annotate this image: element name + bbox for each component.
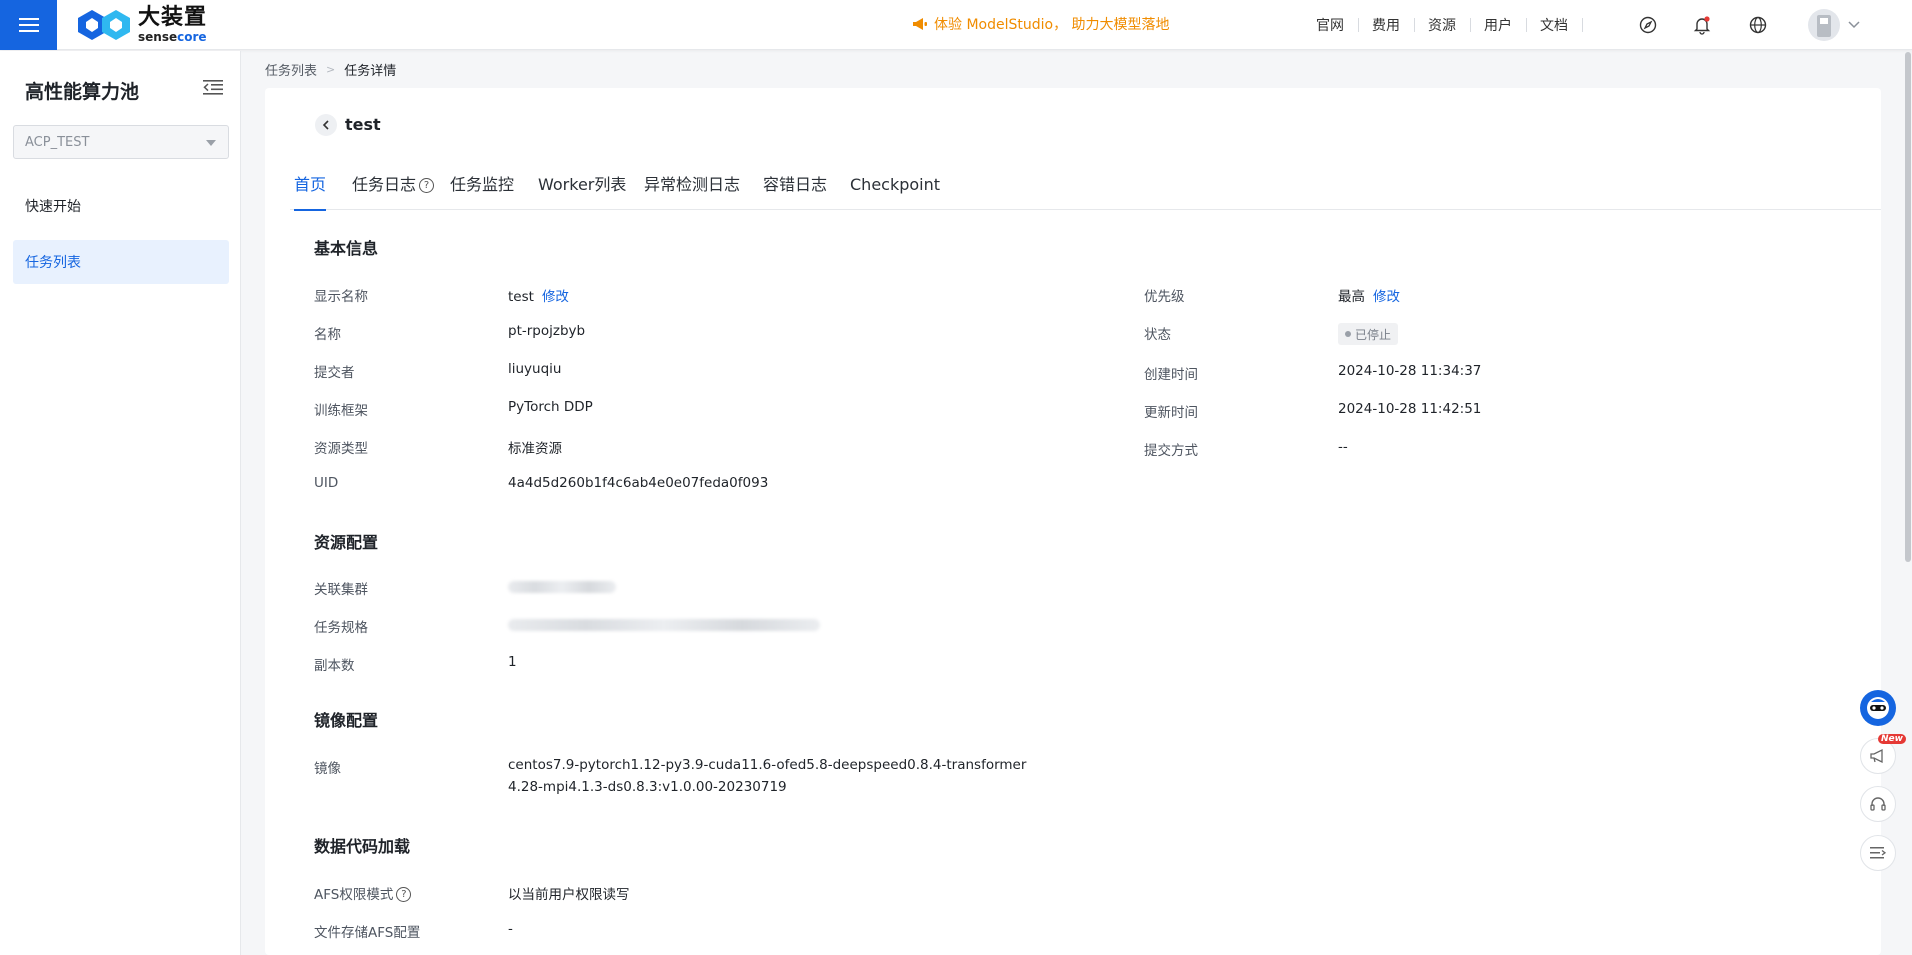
replicas-value: 1 [508, 654, 517, 670]
logo[interactable]: 大装置 sensecore [74, 6, 207, 44]
submit-mode-label: 提交方式 [1144, 443, 1198, 459]
submitter-label: 提交者 [314, 365, 355, 381]
tab-home[interactable]: 首页 [294, 170, 327, 211]
replicas-label: 副本数 [314, 658, 355, 674]
nav-billing[interactable]: 费用 [1358, 15, 1414, 35]
resource-type-label: 资源类型 [314, 441, 368, 457]
framework-value: PyTorch DDP [508, 399, 593, 415]
promo-banner[interactable]: 体验 ModelStudio， 助力大模型落地 [912, 14, 1170, 34]
logo-subtitle: sensecore [138, 30, 207, 44]
workspace-select-value: ACP_TEST [25, 135, 90, 150]
breadcrumb-job-detail: 任务详情 [344, 64, 397, 79]
chevron-right-icon: > [326, 63, 336, 76]
sidebar: 高性能算力池 ACP_TEST 快速开始 任务列表 [0, 51, 241, 955]
top-nav: 官网 费用 资源 用户 文档 [1302, 0, 1583, 50]
bell-icon[interactable] [1690, 13, 1714, 37]
tab-checkpoint[interactable]: Checkpoint [850, 170, 940, 210]
uid-value: 4a4d5d260b1f4c6ab4e0e07feda0f093 [508, 475, 769, 491]
cluster-label: 关联集群 [314, 582, 368, 598]
help-icon[interactable]: ? [396, 887, 412, 902]
nav-divider [1582, 18, 1583, 32]
updated-time-label: 更新时间 [1144, 405, 1198, 421]
status-label: 状态 [1144, 327, 1171, 343]
display-name-value: test 修改 [508, 289, 569, 305]
nav-official-site[interactable]: 官网 [1302, 15, 1358, 35]
list-menu-icon[interactable] [1860, 835, 1896, 871]
status-badge: 已停止 [1338, 323, 1399, 345]
headset-icon[interactable] [1860, 786, 1896, 822]
priority-value: 最高 修改 [1338, 289, 1400, 305]
nav-docs[interactable]: 文档 [1526, 15, 1582, 35]
afs-mode-value: 以当前用户权限读写 [508, 887, 630, 903]
promo-text: 体验 ModelStudio， 助力大模型落地 [934, 17, 1170, 33]
tab-anomaly-logs[interactable]: 异常检测日志 [644, 170, 740, 210]
help-icon[interactable]: ? [419, 178, 435, 193]
sidebar-item-quick-start[interactable]: 快速开始 [13, 184, 229, 228]
cluster-value-redacted [508, 581, 616, 593]
tab-fault-tolerance-logs[interactable]: 容错日志 [763, 170, 827, 210]
tab-worker-list[interactable]: Worker列表 [538, 170, 626, 210]
submit-mode-value: -- [1338, 439, 1348, 455]
created-time-label: 创建时间 [1144, 367, 1198, 383]
tab-job-logs[interactable]: 任务日志? [352, 170, 435, 210]
section-resource-config: 资源配置 [314, 533, 379, 552]
name-value: pt-rpojzbyb [508, 323, 586, 339]
breadcrumb: 任务列表 > 任务详情 [265, 60, 396, 79]
logo-title: 大装置 [138, 5, 208, 30]
name-label: 名称 [314, 327, 341, 343]
display-name-label: 显示名称 [314, 289, 368, 305]
submitter-value: liuyuqiu [508, 361, 562, 377]
image-label: 镜像 [314, 761, 341, 777]
framework-label: 训练框架 [314, 403, 368, 419]
page-scrollbar[interactable] [1905, 52, 1911, 562]
status-dot-icon [1345, 331, 1351, 337]
section-basic-info: 基本信息 [314, 239, 379, 258]
avatar[interactable] [1808, 9, 1840, 41]
afs-storage-value: - [508, 921, 513, 937]
spec-label: 任务规格 [314, 620, 368, 636]
top-bar: 大装置 sensecore 体验 ModelStudio， 助力大模型落地 官网… [0, 0, 1912, 50]
tab-job-monitor[interactable]: 任务监控 [450, 170, 514, 210]
globe-icon[interactable] [1746, 13, 1770, 37]
sidebar-item-job-list[interactable]: 任务列表 [13, 240, 229, 284]
nav-resources[interactable]: 资源 [1414, 15, 1470, 35]
edit-priority-link[interactable]: 修改 [1373, 289, 1400, 305]
menu-icon[interactable] [0, 0, 57, 50]
section-data-loading: 数据代码加载 [314, 837, 411, 856]
spec-value-redacted [508, 619, 820, 631]
compass-icon[interactable] [1636, 13, 1660, 37]
priority-label: 优先级 [1144, 289, 1185, 305]
new-badge: New [1878, 734, 1906, 744]
nav-users[interactable]: 用户 [1470, 15, 1526, 35]
sidebar-title: 高性能算力池 [25, 81, 140, 103]
section-image-config: 镜像配置 [314, 711, 379, 730]
megaphone-icon [913, 18, 927, 30]
workspace-select[interactable]: ACP_TEST [13, 125, 229, 159]
logo-mark-icon [78, 10, 130, 40]
assistant-robot-icon[interactable] [1860, 690, 1896, 726]
collapse-sidebar-icon[interactable] [203, 79, 223, 99]
caret-down-icon [206, 140, 216, 146]
chevron-down-icon[interactable] [1848, 17, 1860, 33]
updated-time-value: 2024-10-28 11:42:51 [1338, 401, 1482, 417]
afs-storage-label: 文件存储AFS配置 [314, 925, 421, 941]
resource-type-value: 标准资源 [508, 441, 562, 457]
back-icon[interactable] [315, 114, 337, 136]
tab-bar: 首页 任务日志? 任务监控 Worker列表 异常检测日志 容错日志 Check… [290, 170, 1881, 211]
afs-mode-label: AFS权限模式? [314, 883, 412, 903]
edit-display-name-link[interactable]: 修改 [542, 289, 569, 305]
job-title: test [345, 115, 381, 134]
image-value: centos7.9-pytorch1.12-py3.9-cuda11.6-ofe… [508, 757, 1027, 795]
job-detail-card: test 首页 任务日志? 任务监控 Worker列表 异常检测日志 容错日志 … [265, 88, 1881, 955]
created-time-value: 2024-10-28 11:34:37 [1338, 363, 1482, 379]
uid-label: UID [314, 475, 339, 491]
breadcrumb-job-list[interactable]: 任务列表 [265, 60, 317, 79]
